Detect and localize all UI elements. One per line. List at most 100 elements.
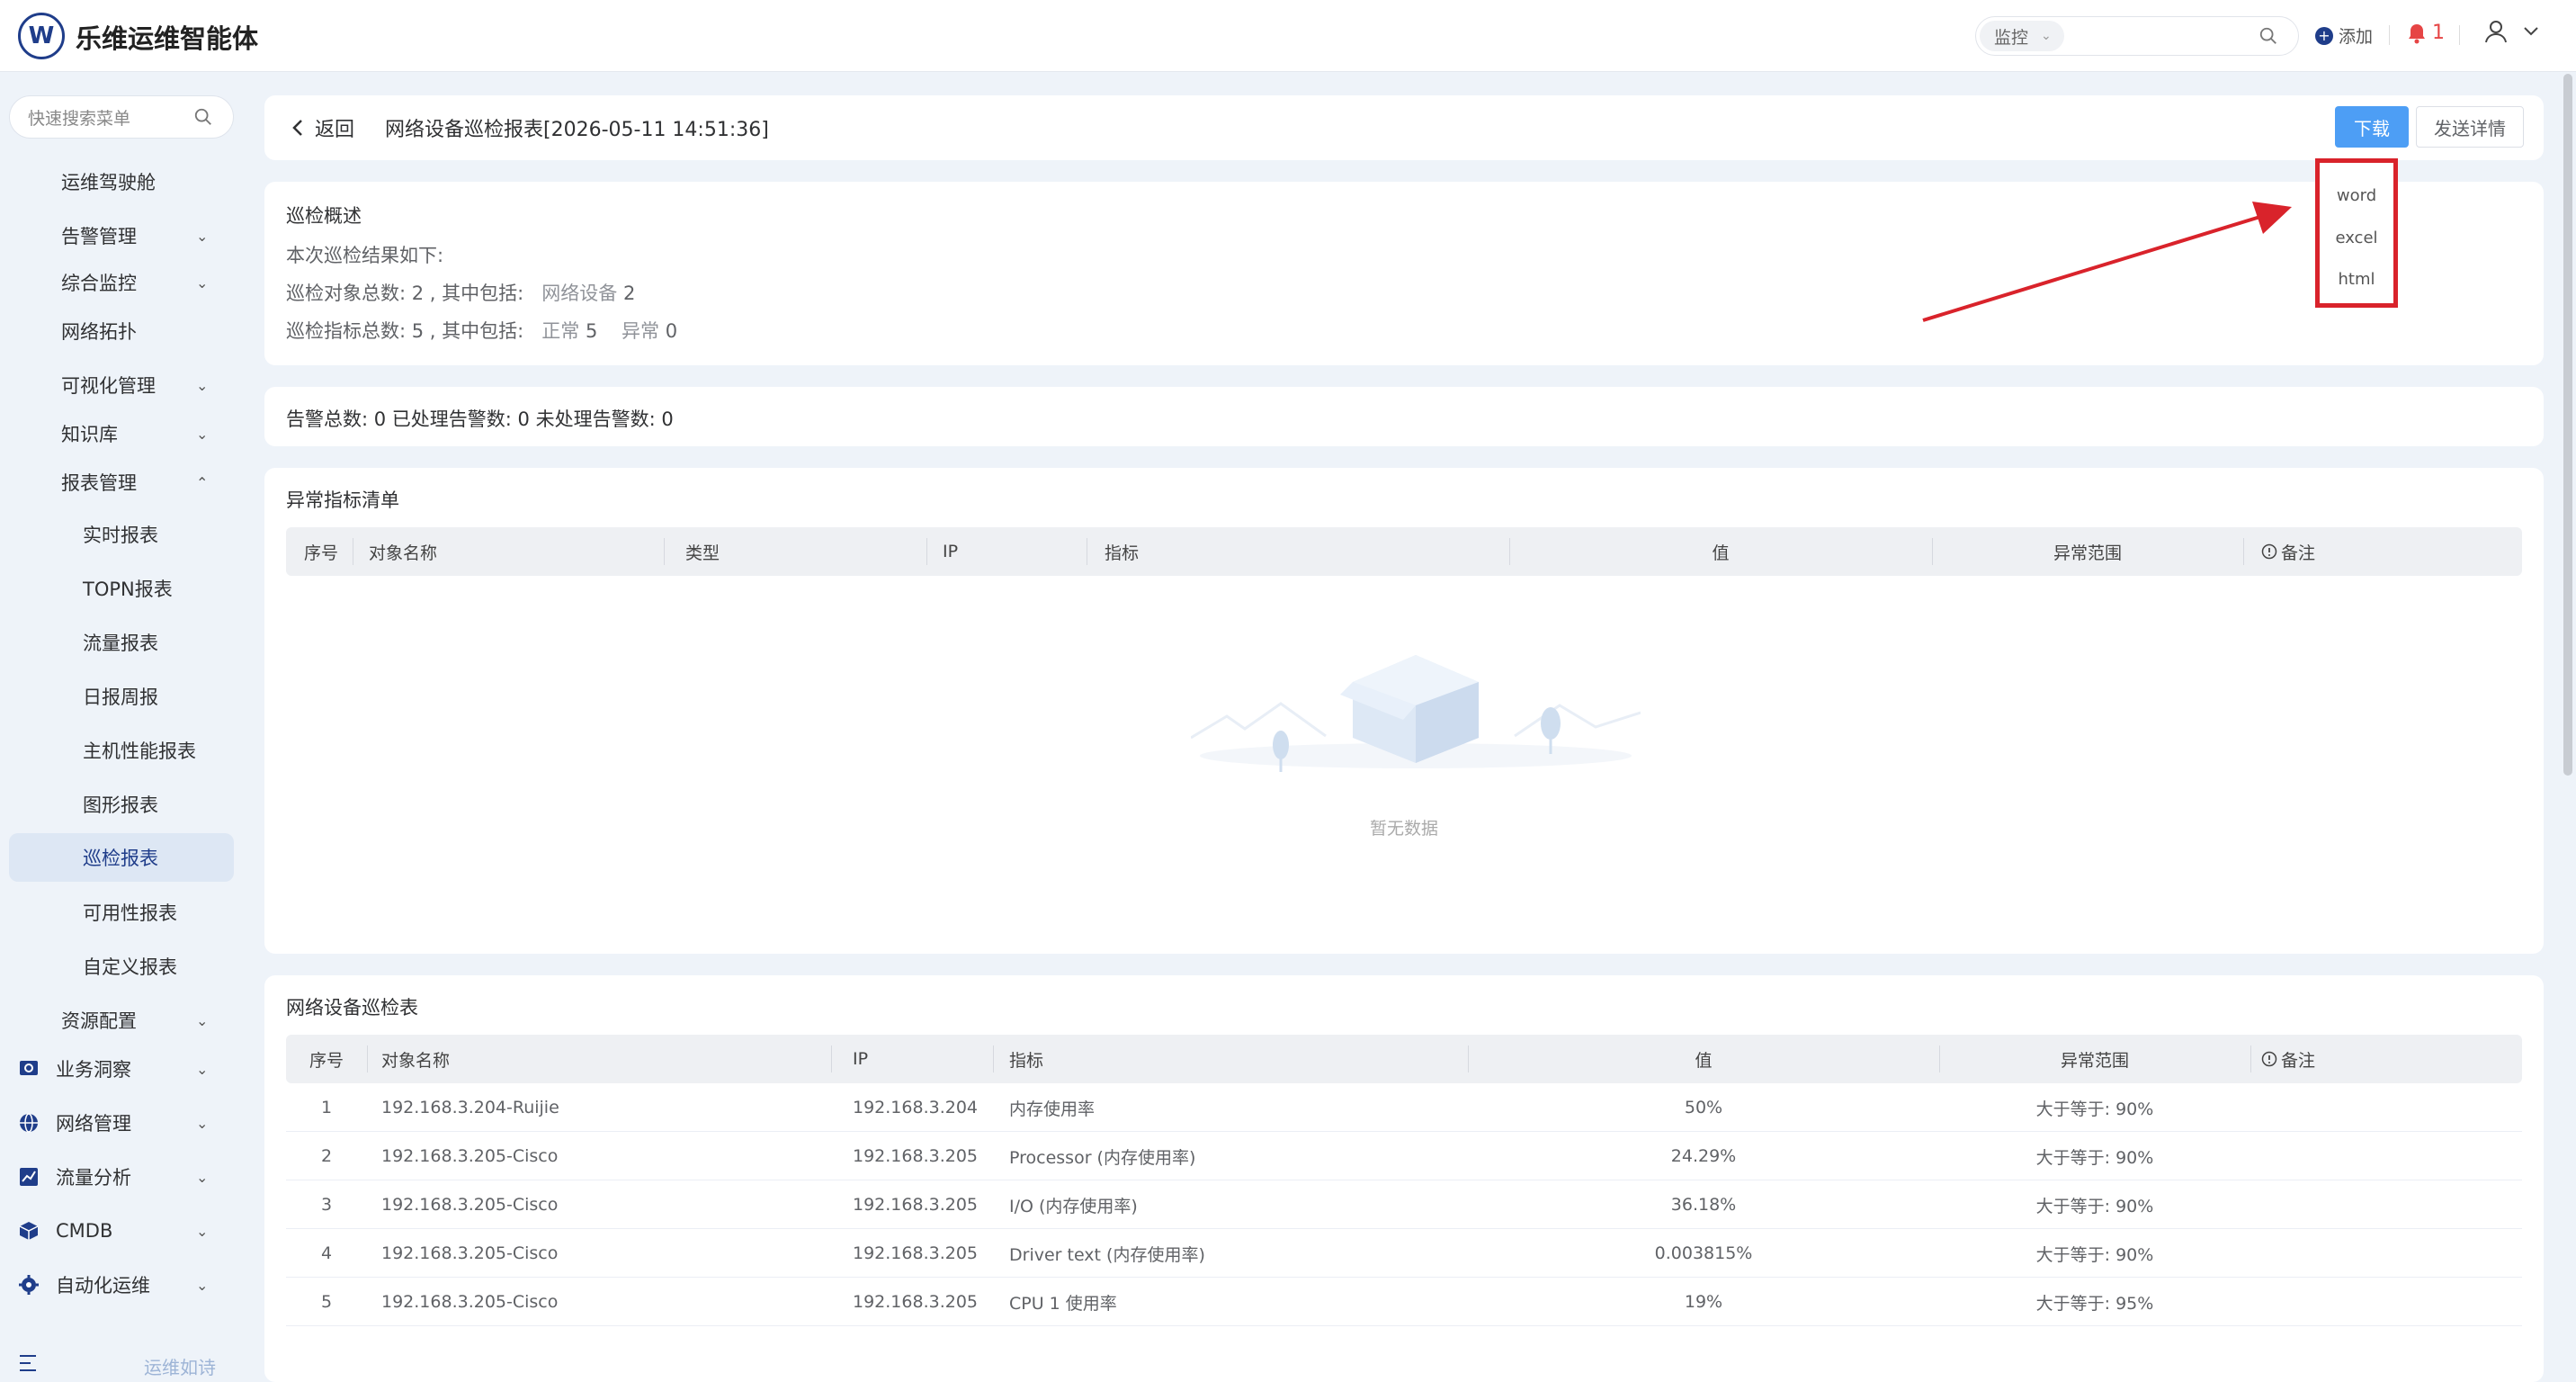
page-scrollbar[interactable] [2563,74,2572,776]
cell-ip: 192.168.3.205 [853,1243,979,1263]
sidebar-item-label: 网络拓扑 [61,321,137,343]
cell-object-name: 192.168.3.205-Cisco [381,1195,559,1215]
sidebar-item-alarm-mgmt[interactable]: 告警管理 ⌄ [0,214,243,257]
send-details-button[interactable]: 发送详情 [2416,106,2524,148]
menu-search-input[interactable]: 快速搜索菜单 [9,95,234,139]
sidebar-item-label: TOPN报表 [83,579,173,600]
chevron-down-icon: ⌄ [196,425,209,443]
column-header: 对象名称 [369,543,438,563]
menu-item-word[interactable]: word [2320,186,2393,205]
section-title: 异常指标清单 [286,489,399,511]
sidebar-item-resource-config[interactable]: 资源配置 ⌄ [0,999,243,1042]
table-row: 4 192.168.3.205-Cisco 192.168.3.205 Driv… [286,1229,2522,1278]
sidebar-item-visualization[interactable]: 可视化管理 ⌄ [0,363,243,407]
globe-icon [20,1113,38,1133]
cell-index: 4 [320,1243,333,1263]
chevron-down-icon: ⌄ [2041,29,2052,43]
column-header: 备注 [2281,1050,2316,1071]
back-button[interactable]: 返回 [291,113,354,142]
overview-line: 本次巡检结果如下: [286,245,444,266]
menu-item-excel[interactable]: excel [2320,229,2393,247]
sidebar-item-network-mgmt[interactable]: 网络管理 ⌄ [0,1101,243,1144]
sidebar-item-realtime-report[interactable]: 实时报表 [0,513,243,556]
chevron-down-icon: ⌄ [196,1222,209,1240]
chevron-down-icon [2524,27,2538,36]
sidebar-item-business-insight[interactable]: 业务洞察 ⌄ [0,1047,243,1090]
overview-line: 巡检对象总数: 2 , 其中包括: 网络设备 2 [286,279,635,306]
column-divider [2243,538,2244,565]
search-icon[interactable] [2258,26,2278,46]
column-header-remarks: 备注 [2261,527,2315,576]
sidebar-item-custom-report[interactable]: 自定义报表 [0,945,243,988]
sidebar-item-label: 网络管理 [56,1113,131,1135]
cell-value: 36.18% [1670,1195,1737,1215]
chevron-up-icon: ⌃ [196,473,209,491]
overview-metrics-total: 巡检指标总数: 5 , 其中包括: [286,320,524,342]
notification-button[interactable]: 1 [2407,22,2445,44]
sidebar-item-label: 综合监控 [61,273,137,294]
sidebar-item-availability[interactable]: 可用性报表 [0,891,243,934]
info-icon [2261,1051,2277,1067]
sidebar-item-label: 可用性报表 [83,902,177,924]
sidebar-item-label: 报表管理 [61,472,137,494]
sidebar-item-reports[interactable]: 报表管理 ⌃ [0,461,243,504]
sidebar-item-monitoring[interactable]: 综合监控 ⌄ [0,261,243,304]
empty-state-text: 暂无数据 [1369,819,1438,839]
column-header: 序号 [304,543,339,563]
insight-icon [20,1061,38,1075]
cube-icon [19,1222,39,1240]
sidebar-item-label: 巡检报表 [83,848,158,869]
cell-metric: Driver text (内存使用率) [1009,1244,1205,1265]
column-divider [664,538,665,565]
column-header: 异常范围 [2060,1050,2129,1071]
sidebar-item-daily-weekly[interactable]: 日报周报 [0,675,243,718]
abnormal-label: 异常 [622,320,660,342]
column-header: 值 [1712,543,1730,563]
sidebar-item-cmdb[interactable]: CMDB ⌄ [0,1209,243,1252]
sidebar-item-traffic-report[interactable]: 流量报表 [0,621,243,664]
table-header: 序号 对象名称 IP 指标 值 异常范围 备注 [286,1035,2522,1083]
global-search[interactable]: 监控 ⌄ [1975,16,2299,56]
section-title: 网络设备巡检表 [286,997,418,1019]
chevron-down-icon: ⌄ [196,274,209,292]
app-logo[interactable]: W [18,13,65,59]
overview-category-count: 2 [622,283,636,304]
column-divider [993,1045,994,1072]
sidebar-item-graph-report[interactable]: 图形报表 [0,783,243,826]
info-icon [2261,543,2277,560]
cell-ip: 192.168.3.205 [853,1195,979,1215]
sidebar-item-ops-cockpit[interactable]: 运维驾驶舱 [0,160,243,203]
app-title: 乐维运维智能体 [76,23,259,54]
column-divider [926,538,927,565]
column-header-remarks: 备注 [2261,1035,2315,1083]
menu-item-html[interactable]: html [2320,270,2393,289]
user-menu[interactable] [2482,18,2540,45]
download-button[interactable]: 下载 [2335,106,2409,148]
sidebar-item-inspection-report[interactable]: 巡检报表 [9,833,234,882]
column-header: IP [853,1049,869,1069]
sidebar-item-topology[interactable]: 网络拓扑 [0,310,243,353]
cell-index: 5 [320,1292,333,1312]
add-button[interactable]: + 添加 [2315,23,2373,48]
column-header: 备注 [2281,543,2316,563]
annotation-arrow [1922,202,2292,322]
normal-count: 5 [585,320,598,342]
sidebar-item-label: 实时报表 [83,525,158,546]
sidebar-item-knowledge[interactable]: 知识库 ⌄ [0,412,243,455]
sidebar-item-host-perf[interactable]: 主机性能报表 [0,729,243,772]
plus-icon: + [2315,26,2333,45]
chart-icon [20,1168,38,1186]
section-title: 巡检概述 [286,205,362,227]
download-format-menu: word excel html [2315,158,2398,308]
sidebar-item-automation[interactable]: 自动化运维 ⌄ [0,1263,243,1306]
sidebar-item-traffic-analysis[interactable]: 流量分析 ⌄ [0,1155,243,1198]
column-header: 异常范围 [2053,543,2122,563]
search-scope-select[interactable]: 监控 ⌄ [1980,21,2064,51]
empty-box-illustration [1191,655,1641,772]
chevron-down-icon: ⌄ [196,227,209,245]
page-title: 网络设备巡检报表[2026-05-11 14:51:36] [385,119,769,141]
footer-slogan: 运维如诗 [144,1357,216,1378]
collapse-menu-icon[interactable] [18,1353,40,1373]
sidebar-item-topn-report[interactable]: TOPN报表 [0,567,243,610]
report-header: 返回 网络设备巡检报表[2026-05-11 14:51:36] 下载 发送详情 [264,95,2544,160]
